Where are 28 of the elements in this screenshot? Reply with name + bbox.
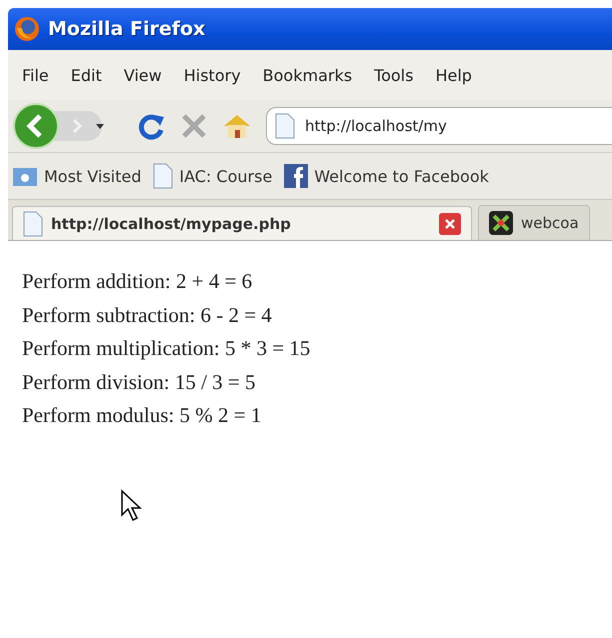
address-field[interactable]: http://localhost/my: [266, 107, 612, 145]
page-icon: [23, 210, 43, 236]
browser-tab[interactable]: http://localhost/mypage.php: [12, 206, 472, 240]
result-line: Perform subtraction: 6 - 2 = 4: [22, 302, 273, 328]
menu-item[interactable]: File: [14, 66, 63, 84]
facebook-icon: [284, 164, 308, 188]
window-title: Mozilla Firefox: [48, 18, 206, 40]
bookmark-item[interactable]: Most Visited: [12, 165, 142, 187]
result-line: Perform division: 15 / 3 = 5: [22, 368, 257, 396]
mouse-pointer-icon: [120, 489, 142, 523]
menu-item[interactable]: Edit: [62, 66, 116, 84]
menu-item[interactable]: History: [176, 66, 255, 84]
menu-item[interactable]: Help: [427, 66, 486, 84]
home-icon[interactable]: [222, 112, 252, 140]
result-line: Perform modulus: 5 % 2 = 1: [22, 402, 262, 429]
page-icon: [153, 163, 174, 189]
puzzle-icon: [489, 211, 513, 235]
bookmark-item[interactable]: Welcome to Facebook: [284, 164, 489, 188]
browser-tab[interactable]: webcoa: [478, 205, 590, 240]
menu-item[interactable]: View: [116, 66, 176, 84]
menu-item[interactable]: Bookmarks: [254, 66, 366, 84]
bookmark-item[interactable]: IAC: Course: [153, 163, 272, 189]
result-line: Perform addition: 2 + 4 = 6: [22, 268, 254, 295]
firefox-icon: [14, 16, 40, 42]
close-icon[interactable]: [439, 212, 461, 234]
page-icon: [275, 113, 295, 139]
menu-item[interactable]: Tools: [366, 66, 428, 84]
result-line: Perform multiplication: 5 * 3 = 15: [22, 335, 312, 362]
